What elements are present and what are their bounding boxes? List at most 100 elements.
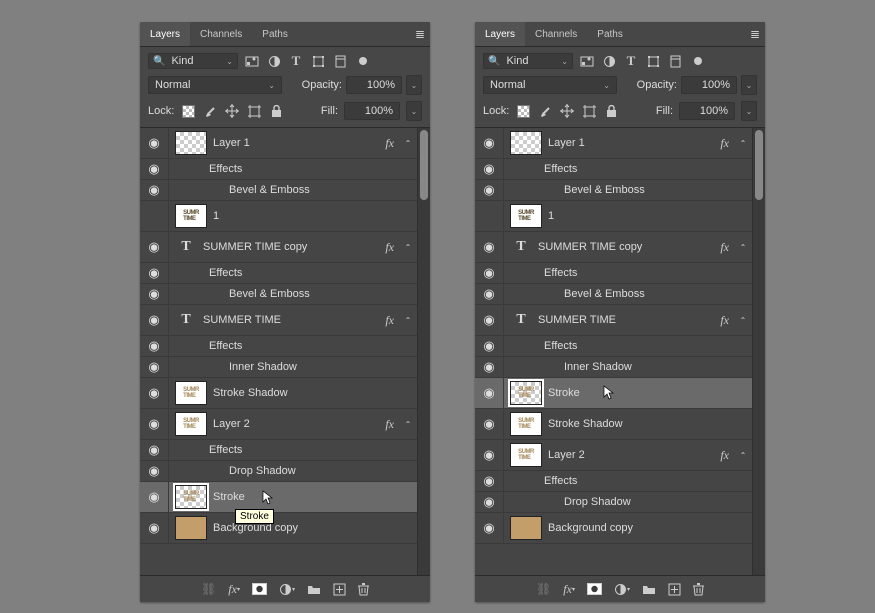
layer-effects-row[interactable]: ◉ Effects [140,263,418,284]
visibility-toggle[interactable]: ◉ [140,336,169,356]
add-adjustment-icon[interactable]: ▾ [279,583,295,596]
fill-input[interactable]: 100% [344,102,400,120]
collapse-effects-icon[interactable]: ⌃ [402,139,414,148]
filter-smart-icon[interactable] [667,53,683,69]
layer-row[interactable]: ◉ SUMRTIME Stroke Shadow [475,409,753,440]
layer-thumbnail[interactable]: SUMRTIME [510,381,542,405]
layer-name[interactable]: Stroke Shadow [213,387,414,399]
filter-toggle[interactable] [354,53,370,69]
visibility-toggle[interactable]: ◉ [475,492,504,512]
fx-badge[interactable]: fx [385,417,394,432]
new-layer-icon[interactable] [333,583,346,596]
link-layers-icon[interactable]: ⛓ [201,582,216,596]
layer-row[interactable]: ◉ SUMRTIME 1 [475,201,753,232]
tab-channels[interactable]: Channels [190,22,252,46]
fx-badge[interactable]: fx [720,240,729,255]
visibility-toggle[interactable]: ◉ [140,232,169,262]
visibility-toggle[interactable]: ◉ [140,357,169,377]
layer-thumbnail[interactable]: SUMRTIME [510,204,542,228]
delete-layer-icon[interactable] [358,583,369,596]
visibility-toggle[interactable]: ◉ [140,378,169,408]
layer-effects-row[interactable]: ◉ Effects [475,159,753,180]
new-layer-icon[interactable] [668,583,681,596]
add-mask-icon[interactable] [252,583,267,595]
visibility-toggle[interactable]: ◉ [140,513,169,543]
fx-badge[interactable]: fx [385,240,394,255]
fx-badge[interactable]: fx [385,313,394,328]
layer-effects-row[interactable]: ◉ Effects [140,159,418,180]
kind-dropdown[interactable]: 🔍 Kind ⌄ [483,53,573,69]
filter-adjustment-icon[interactable] [266,53,282,69]
filter-pixel-icon[interactable] [244,53,260,69]
type-layer-icon[interactable]: T [175,236,197,258]
fill-dropdown-icon[interactable]: ⌄ [406,101,422,121]
visibility-toggle[interactable]: ◉ [475,471,504,491]
visibility-toggle[interactable]: ◉ [475,159,504,179]
visibility-toggle[interactable]: ◉ [140,440,169,460]
layer-thumbnail[interactable] [510,131,542,155]
visibility-toggle[interactable]: ◉ [140,482,169,512]
lock-position-icon[interactable] [559,103,575,119]
visibility-toggle[interactable]: ◉ [475,513,504,543]
layer-name[interactable]: Stroke [213,491,414,503]
tab-channels[interactable]: Channels [525,22,587,46]
new-group-icon[interactable] [642,584,656,595]
filter-adjustment-icon[interactable] [601,53,617,69]
layer-effects-row[interactable]: ◉ Effects [475,263,753,284]
layer-row-selected[interactable]: ◉ SUMRTIME Stroke [140,482,418,513]
collapse-effects-icon[interactable]: ⌃ [737,243,749,252]
fx-add-icon[interactable]: fx▾ [228,582,240,597]
layer-row[interactable]: ◉ SUMRTIME Layer 2 fx ⌃ [475,440,753,471]
visibility-toggle[interactable]: ◉ [140,284,169,304]
layer-thumbnail[interactable] [510,516,542,540]
layer-row[interactable]: ◉ T SUMMER TIME fx ⌃ [475,305,753,336]
collapse-effects-icon[interactable]: ⌃ [402,316,414,325]
filter-toggle[interactable] [689,53,705,69]
layer-name[interactable]: Stroke [548,387,749,399]
layer-thumbnail[interactable]: SUMRTIME [175,204,207,228]
delete-layer-icon[interactable] [693,583,704,596]
visibility-toggle[interactable]: ◉ [140,461,169,481]
lock-transparent-icon[interactable] [180,103,196,119]
layer-name[interactable]: 1 [213,210,414,222]
lock-brush-icon[interactable] [537,103,553,119]
lock-all-icon[interactable] [268,103,284,119]
layer-row[interactable]: ◉ Background copy [475,513,753,544]
layer-row[interactable]: ◉ T SUMMER TIME copy fx ⌃ [140,232,418,263]
type-layer-icon[interactable]: T [175,309,197,331]
scroll-thumb[interactable] [755,130,763,200]
kind-dropdown[interactable]: 🔍 Kind ⌄ [148,53,238,69]
collapse-effects-icon[interactable]: ⌃ [737,139,749,148]
filter-type-icon[interactable]: T [288,53,304,69]
layer-thumbnail[interactable]: SUMRTIME [510,443,542,467]
opacity-dropdown-icon[interactable]: ⌄ [741,75,757,95]
layer-thumbnail[interactable]: SUMRTIME [510,412,542,436]
layer-name[interactable]: Background copy [548,522,749,534]
lock-artboard-icon[interactable] [581,103,597,119]
layer-name[interactable]: Layer 2 [213,418,379,430]
type-layer-icon[interactable]: T [510,309,532,331]
fx-badge[interactable]: fx [720,448,729,463]
layer-name[interactable]: Layer 1 [548,137,714,149]
visibility-toggle[interactable]: ◉ [140,305,169,335]
visibility-toggle[interactable]: ◉ [475,263,504,283]
layer-name[interactable]: SUMMER TIME copy [538,241,714,253]
visibility-toggle[interactable]: ◉ [475,336,504,356]
add-mask-icon[interactable] [587,583,602,595]
layer-effects-row[interactable]: ◉ Effects [140,336,418,357]
layer-effect-item[interactable]: ◉ Drop Shadow [475,492,753,513]
scroll-thumb[interactable] [420,130,428,200]
visibility-toggle[interactable]: ◉ [475,201,504,231]
lock-position-icon[interactable] [224,103,240,119]
opacity-dropdown-icon[interactable]: ⌄ [406,75,422,95]
layer-name[interactable]: SUMMER TIME [538,314,714,326]
layer-row[interactable]: ◉ Background copy Stroke [140,513,418,544]
layer-row[interactable]: ◉ SUMRTIME Layer 2 fx ⌃ [140,409,418,440]
fx-badge[interactable]: fx [385,136,394,151]
visibility-toggle[interactable]: ◉ [140,180,169,200]
lock-artboard-icon[interactable] [246,103,262,119]
visibility-toggle[interactable]: ◉ [140,409,169,439]
visibility-toggle[interactable]: ◉ [475,440,504,470]
scrollbar[interactable] [417,128,430,575]
layer-name[interactable]: Stroke Shadow [548,418,749,430]
